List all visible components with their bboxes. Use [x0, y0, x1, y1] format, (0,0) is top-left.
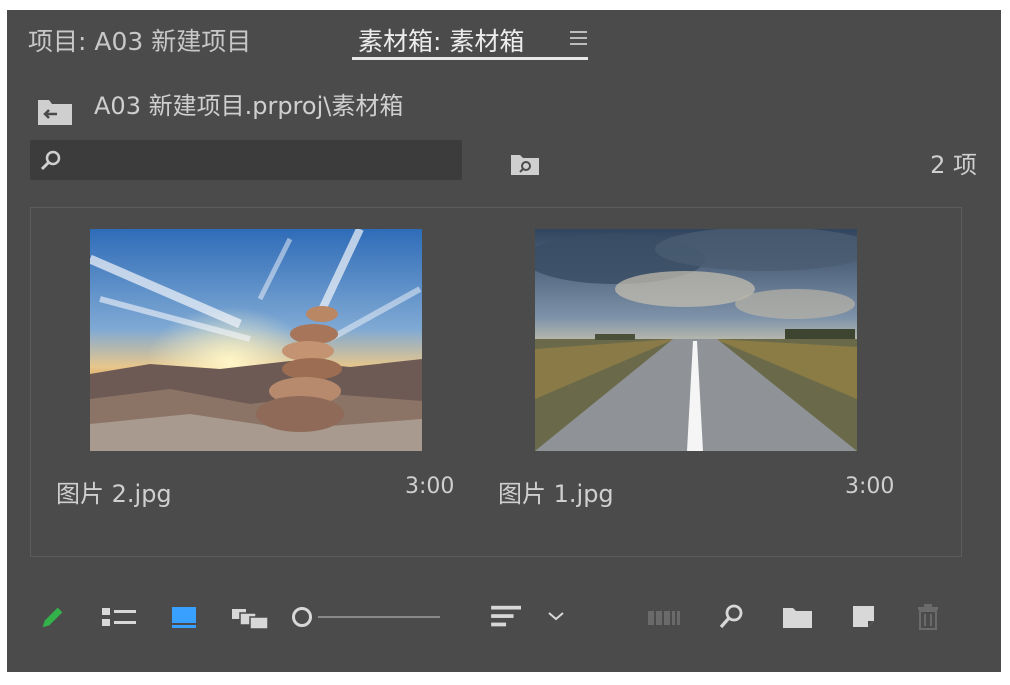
sort-icon[interactable]	[490, 603, 524, 631]
sort-dropdown-chevron-icon[interactable]	[547, 603, 567, 631]
automate-to-sequence-icon	[648, 611, 680, 625]
new-item-icon[interactable]	[850, 603, 878, 631]
new-search-bin-icon[interactable]	[510, 152, 540, 176]
clip-duration: 3:00	[405, 474, 455, 499]
icon-view-icon[interactable]	[172, 603, 198, 631]
tab-project[interactable]: 项目: A03 新建项目	[28, 22, 251, 58]
search-icon	[40, 150, 61, 171]
new-bin-icon[interactable]	[782, 603, 814, 631]
active-tab-indicator	[352, 57, 588, 60]
freeform-view-icon[interactable]	[232, 603, 272, 631]
zoom-slider-knob[interactable]	[292, 607, 312, 627]
cairn-sunset-image	[90, 229, 422, 451]
panel-menu-icon[interactable]	[570, 31, 587, 45]
clip-name[interactable]: 图片 1.jpg	[498, 474, 614, 509]
list-view-icon[interactable]	[102, 603, 138, 631]
parent-folder-icon[interactable]	[37, 96, 73, 126]
search-input[interactable]	[30, 140, 462, 180]
tab-bin[interactable]: 素材箱: 素材箱	[358, 22, 524, 58]
clip-name[interactable]: 图片 2.jpg	[56, 474, 172, 509]
item-count: 2 项	[930, 151, 977, 179]
bin-path: A03 新建项目.prproj\素材箱	[94, 92, 404, 120]
road-image	[535, 229, 857, 451]
clip-duration: 3:00	[845, 474, 895, 499]
zoom-slider-track[interactable]	[318, 616, 440, 618]
clip-thumbnail[interactable]	[90, 229, 422, 451]
pencil-icon[interactable]	[38, 603, 68, 631]
find-icon[interactable]	[718, 603, 746, 631]
clear-trash-icon	[918, 604, 938, 630]
clip-thumbnail[interactable]	[535, 229, 857, 451]
